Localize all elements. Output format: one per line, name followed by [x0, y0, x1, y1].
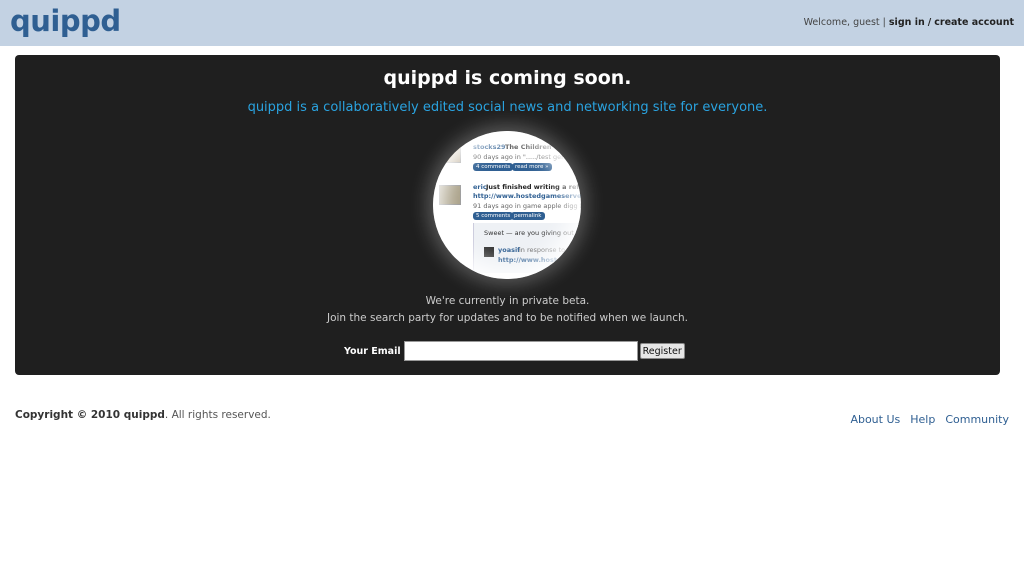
preview-reply-text: Sweet — are you giving out a — [484, 229, 580, 237]
avatar — [484, 247, 494, 257]
beta-line-1: We're currently in private beta. — [425, 295, 590, 307]
help-link[interactable]: Help — [910, 413, 935, 426]
preview-post2-user: eric — [473, 183, 487, 191]
preview-post2-title: Just finished writing a refer — [486, 183, 581, 191]
post-thumbnail — [439, 143, 461, 163]
link-separator: / — [927, 17, 932, 28]
welcome-area: Welcome, guest | sign in / create accoun… — [804, 17, 1014, 28]
tagline: quippd is a collaboratively edited socia… — [247, 100, 768, 115]
footer-nav: About Us Help Community — [850, 413, 1009, 426]
top-header-bar: quippd Welcome, guest | sign in / create… — [0, 0, 1024, 46]
coming-soon-panel: quippd is coming soon. quippd is a colla… — [15, 55, 1000, 375]
preview-post2-comments: 5 comments — [473, 212, 514, 220]
preview-post1-readmore: read more » — [512, 163, 552, 171]
site-logo[interactable]: quippd — [10, 4, 121, 38]
email-field[interactable] — [403, 341, 638, 361]
register-button[interactable]: Register — [639, 343, 685, 359]
preview-post2-permalink: permalink — [511, 212, 545, 220]
copyright-notice: Copyright © 2010 quippd. All rights rese… — [15, 409, 271, 421]
copyright-bold: Copyright © 2010 quippd — [15, 409, 165, 421]
signup-form: Your Email Register — [344, 341, 685, 361]
beta-message: We're currently in private beta. Join th… — [15, 293, 1000, 327]
beta-line-2: Join the search party for updates and to… — [326, 312, 688, 324]
preview-post1-comments: 4 comments — [473, 163, 514, 171]
email-label: Your Email — [344, 345, 401, 357]
preview-reply-meta: in response to — [519, 246, 566, 254]
preview-magnifier-image: stocks29 The Children o 90 days ago in "… — [433, 131, 581, 279]
preview-post2-link: http://www.hostedgameservers — [473, 192, 581, 200]
copyright-rest: . All rights reserved. — [164, 409, 271, 421]
preview-reply-link: http://www.host — [498, 256, 557, 264]
about-us-link[interactable]: About Us — [850, 413, 900, 426]
community-link[interactable]: Community — [945, 413, 1009, 426]
create-account-link[interactable]: create account — [934, 17, 1014, 28]
preview-reply-box: Sweet — are you giving out a yoasif in r… — [473, 223, 581, 273]
preview-post1-meta: 90 days ago in "...../test gene — [473, 153, 570, 161]
post-thumbnail — [439, 185, 461, 205]
sign-in-link[interactable]: sign in — [889, 17, 925, 28]
page-title: quippd is coming soon. — [383, 67, 632, 89]
preview-reply-user: yoasif — [498, 246, 521, 254]
preview-post1-title: The Children o — [505, 143, 559, 151]
welcome-text: Welcome, guest | — [803, 17, 886, 28]
preview-post1-user: stocks29 — [473, 143, 506, 151]
preview-post2-meta: 91 days ago in game apple digg free — [473, 202, 581, 210]
